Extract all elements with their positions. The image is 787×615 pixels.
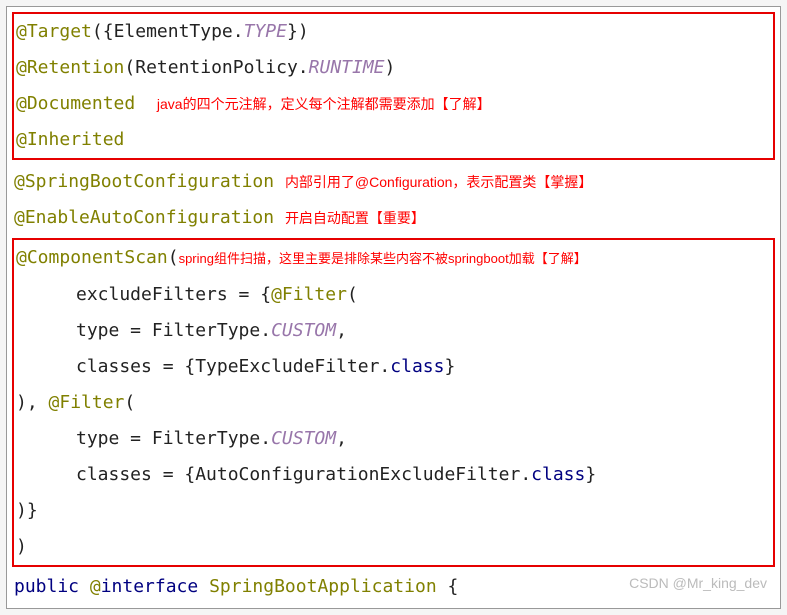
brace: {	[448, 576, 459, 597]
at-symbol: @	[16, 57, 27, 78]
anno-target: Target	[27, 21, 92, 42]
open: (	[124, 57, 135, 78]
line-interface-decl: public @interface SpringBootApplication …	[14, 569, 777, 605]
close: )	[385, 57, 396, 78]
line-excludefilters: excludeFilters = {@Filter(	[16, 277, 769, 313]
line-classes1: classes = {TypeExcludeFilter.class}	[16, 349, 769, 385]
anno-retention: Retention	[27, 57, 125, 78]
line-documented: @Documented java的四个元注解，定义每个注解都需要添加【了解】	[16, 86, 769, 122]
val-custom: CUSTOM	[271, 320, 336, 341]
dot: .	[233, 21, 244, 42]
comma: ,	[336, 320, 347, 341]
line-classes2: classes = {AutoConfigurationExcludeFilte…	[16, 457, 769, 493]
val-custom: CUSTOM	[271, 428, 336, 449]
kw-interface: interface	[101, 576, 209, 597]
anno-enableautoconfiguration: EnableAutoConfiguration	[25, 207, 274, 228]
txt-classes: classes = {TypeExcludeFilter.	[76, 356, 390, 377]
close: }	[444, 356, 455, 377]
code-body: @Target({ElementType.TYPE}) @Retention(R…	[10, 12, 777, 605]
kw-public: public	[14, 576, 90, 597]
comma: ,	[336, 428, 347, 449]
open: (	[124, 392, 135, 413]
note-meta-anno: java的四个元注解，定义每个注解都需要添加【了解】	[157, 96, 491, 112]
dot: .	[298, 57, 309, 78]
txt: )}	[16, 500, 38, 521]
space	[437, 576, 448, 597]
txt-excludefilters: excludeFilters = {	[76, 284, 271, 305]
txt-classes: classes = {AutoConfigurationExcludeFilte…	[76, 464, 531, 485]
close: })	[287, 21, 309, 42]
at-symbol: @	[16, 21, 27, 42]
at-symbol: @	[90, 576, 101, 597]
open: ({	[92, 21, 114, 42]
txt-type: type = FilterType.	[76, 320, 271, 341]
note-componentscan: spring组件扫描，这里主要是排除某些内容不被springboot加载【了解】	[179, 251, 587, 266]
class-retentionpolicy: RetentionPolicy	[135, 57, 298, 78]
line-type2: type = FilterType.CUSTOM,	[16, 421, 769, 457]
class-elementtype: ElementType	[114, 21, 233, 42]
anno-inherited: Inherited	[27, 129, 125, 150]
txt-type: type = FilterType.	[76, 428, 271, 449]
line-filter2: ), @Filter(	[16, 385, 769, 421]
at-symbol: @	[271, 284, 282, 305]
anno-filter: Filter	[282, 284, 347, 305]
footer-line-wrap: public @interface SpringBootApplication …	[10, 569, 777, 605]
anno-springbootconfiguration: SpringBootConfiguration	[25, 171, 274, 192]
open: (	[347, 284, 358, 305]
annotation-box-meta: @Target({ElementType.TYPE}) @Retention(R…	[12, 12, 775, 160]
kw-class: class	[531, 464, 585, 485]
anno-filter: Filter	[59, 392, 124, 413]
note-sbc: 内部引用了@Configuration，表示配置类【掌握】	[285, 174, 593, 190]
at-symbol: @	[16, 129, 27, 150]
code-panel: @Target({ElementType.TYPE}) @Retention(R…	[6, 6, 781, 609]
close: }	[585, 464, 596, 485]
line-closefilters: )}	[16, 493, 769, 529]
anno-componentscan: ComponentScan	[27, 247, 168, 268]
anno-documented: Documented	[27, 93, 135, 114]
unboxed-lines: @SpringBootConfiguration 内部引用了@Configura…	[10, 164, 777, 236]
val-type: TYPE	[244, 21, 287, 42]
annotation-box-componentscan: @ComponentScan(spring组件扫描，这里主要是排除某些内容不被s…	[12, 238, 775, 567]
at-symbol: @	[14, 171, 25, 192]
line-enableautoconfiguration: @EnableAutoConfiguration 开启自动配置【重要】	[14, 200, 777, 236]
txt-closeparen: ),	[16, 392, 49, 413]
open: (	[168, 247, 179, 268]
name-springbootapplication: SpringBootApplication	[209, 576, 437, 597]
line-closecomponentscan: )	[16, 529, 769, 565]
val-runtime: RUNTIME	[309, 57, 385, 78]
line-springbootconfiguration: @SpringBootConfiguration 内部引用了@Configura…	[14, 164, 777, 200]
kw-class: class	[390, 356, 444, 377]
at-symbol: @	[14, 207, 25, 228]
line-target: @Target({ElementType.TYPE})	[16, 14, 769, 50]
line-retention: @Retention(RetentionPolicy.RUNTIME)	[16, 50, 769, 86]
note-eac: 开启自动配置【重要】	[285, 210, 425, 226]
at-symbol: @	[16, 247, 27, 268]
txt: )	[16, 536, 27, 557]
line-componentscan: @ComponentScan(spring组件扫描，这里主要是排除某些内容不被s…	[16, 240, 769, 277]
line-inherited: @Inherited	[16, 122, 769, 158]
line-type1: type = FilterType.CUSTOM,	[16, 313, 769, 349]
at-symbol: @	[49, 392, 60, 413]
at-symbol: @	[16, 93, 27, 114]
